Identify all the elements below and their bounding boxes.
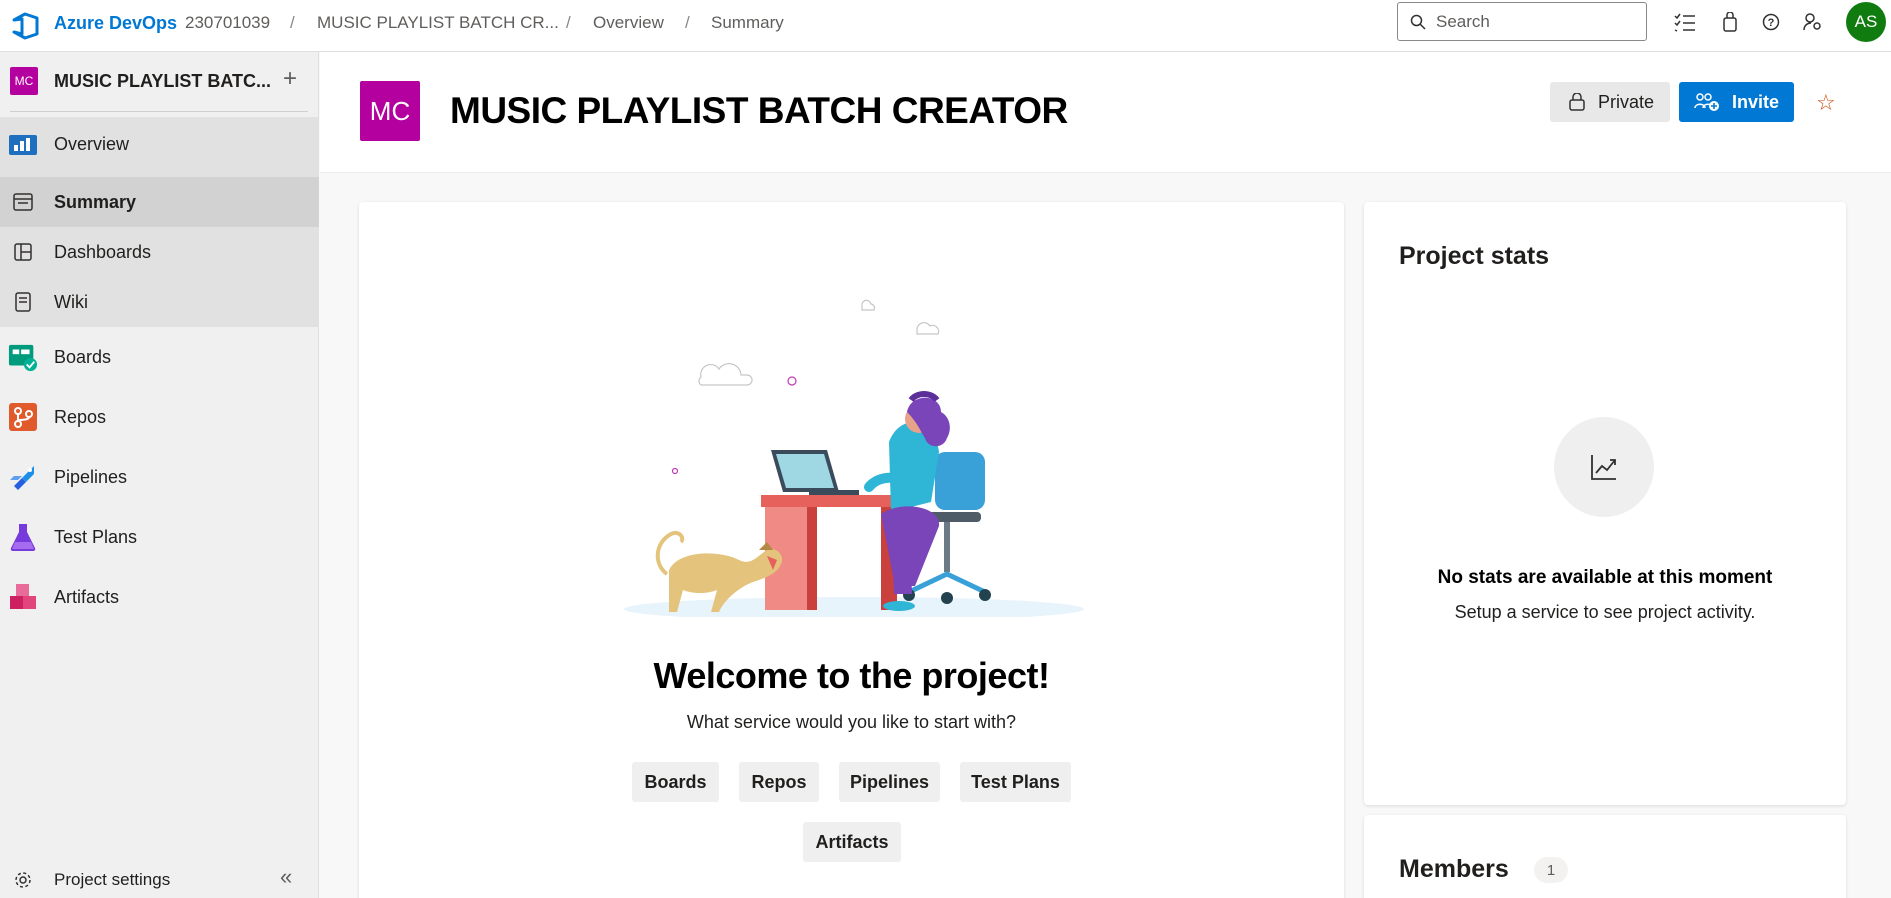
search-icon (1410, 14, 1426, 30)
service-repos-button[interactable]: Repos (739, 762, 819, 802)
sidebar-item-repos[interactable]: Repos (0, 392, 319, 442)
add-icon[interactable]: + (278, 67, 302, 91)
search-box[interactable] (1397, 2, 1647, 41)
project-badge-large: MC (360, 81, 420, 141)
project-badge: MC (10, 67, 38, 95)
user-avatar[interactable]: AS (1846, 2, 1886, 42)
summary-icon (8, 187, 38, 217)
sidebar: MC MUSIC PLAYLIST BATC... + Overview Sum… (0, 52, 319, 898)
breadcrumb-overview[interactable]: Overview (593, 13, 664, 33)
service-pipelines-button[interactable]: Pipelines (839, 762, 940, 802)
breadcrumb-separator: / (685, 13, 690, 32)
sidebar-item-dashboards[interactable]: Dashboards (0, 227, 319, 277)
breadcrumb-separator: / (290, 13, 295, 32)
private-button[interactable]: Private (1550, 82, 1670, 122)
sidebar-item-label: Pipelines (54, 466, 128, 487)
gear-icon (8, 865, 38, 895)
collapse-sidebar-icon[interactable]: « (280, 864, 292, 890)
invite-label: Invite (1732, 92, 1780, 112)
help-icon[interactable]: ? (1759, 10, 1783, 34)
members-card: Members 1 (1364, 815, 1846, 898)
svg-text:?: ? (1768, 17, 1775, 29)
welcome-subtitle: What service would you like to start wit… (686, 712, 1017, 732)
add-user-icon (1694, 93, 1719, 111)
service-artifacts-button[interactable]: Artifacts (803, 822, 901, 862)
sidebar-item-artifacts[interactable]: Artifacts (0, 572, 319, 622)
sidebar-item-label: Repos (54, 406, 107, 427)
brand-name[interactable]: Azure DevOps (54, 13, 177, 34)
test-plans-icon (8, 522, 38, 552)
project-stats-title: Project stats (1399, 242, 1550, 270)
favorite-star-icon[interactable]: ☆ (1816, 90, 1836, 116)
welcome-title: Welcome to the project! (653, 655, 1050, 696)
boards-icon (8, 342, 38, 372)
members-title: Members (1399, 855, 1509, 883)
project-header[interactable]: MC MUSIC PLAYLIST BATC... + (0, 52, 319, 110)
sidebar-item-wiki[interactable]: Wiki (0, 277, 319, 327)
private-label: Private (1598, 92, 1655, 112)
project-settings-label: Project settings (54, 870, 171, 889)
sidebar-item-summary[interactable]: Summary (0, 177, 319, 227)
user-settings-icon[interactable] (1801, 10, 1825, 34)
members-count-badge: 1 (1534, 857, 1568, 883)
overview-icon (8, 129, 38, 159)
marketplace-icon[interactable] (1718, 10, 1742, 34)
sidebar-item-overview[interactable]: Overview (0, 122, 319, 166)
search-input[interactable] (1436, 9, 1636, 35)
sidebar-item-test-plans[interactable]: Test Plans (0, 512, 319, 562)
no-stats-message: No stats are available at this moment (1437, 567, 1773, 588)
breadcrumb-organization[interactable]: 230701039 (185, 13, 270, 33)
no-stats-subtitle: Setup a service to see project activity. (1454, 602, 1756, 622)
trend-chart-icon (1591, 455, 1616, 480)
service-test-plans-button[interactable]: Test Plans (960, 762, 1071, 802)
artifacts-icon (8, 582, 38, 612)
lock-icon (1569, 93, 1585, 111)
sidebar-item-label: Boards (54, 346, 112, 367)
welcome-card: Welcome to the project! What service wou… (359, 202, 1344, 898)
top-bar: Azure DevOps 230701039 / MUSIC PLAYLIST … (0, 0, 1891, 52)
sidebar-item-label: Artifacts (54, 586, 120, 607)
welcome-illustration (624, 299, 1084, 617)
sidebar-divider (10, 111, 308, 112)
sidebar-item-label: Wiki (54, 291, 88, 312)
azure-devops-logo-icon[interactable] (10, 11, 40, 41)
sidebar-item-boards[interactable]: Boards (0, 332, 319, 382)
breadcrumb-project[interactable]: MUSIC PLAYLIST BATCH CR... (317, 13, 559, 33)
sidebar-item-label: Overview (54, 133, 130, 154)
page-title: MUSIC PLAYLIST BATCH CREATOR (450, 90, 1068, 131)
pipelines-icon (8, 462, 38, 492)
sidebar-item-label: Summary (54, 191, 137, 212)
service-boards-button[interactable]: Boards (632, 762, 719, 802)
dashboards-icon (8, 237, 38, 267)
invite-button[interactable]: Invite (1679, 82, 1794, 122)
sidebar-item-pipelines[interactable]: Pipelines (0, 452, 319, 502)
sidebar-item-label: Test Plans (54, 526, 138, 547)
breadcrumb-summary[interactable]: Summary (711, 13, 784, 33)
work-items-icon[interactable] (1673, 10, 1697, 34)
project-stats-card: Project stats No stats are available at … (1364, 202, 1846, 805)
wiki-icon (8, 287, 38, 317)
chart-icon-container (1554, 417, 1654, 517)
project-settings[interactable]: Project settings (0, 860, 319, 898)
breadcrumb-separator: / (566, 13, 571, 32)
page-header: MC MUSIC PLAYLIST BATCH CREATOR Private … (320, 52, 1891, 173)
repos-icon (8, 402, 38, 432)
project-name[interactable]: MUSIC PLAYLIST BATC... (54, 71, 271, 92)
sidebar-item-label: Dashboards (54, 241, 152, 262)
